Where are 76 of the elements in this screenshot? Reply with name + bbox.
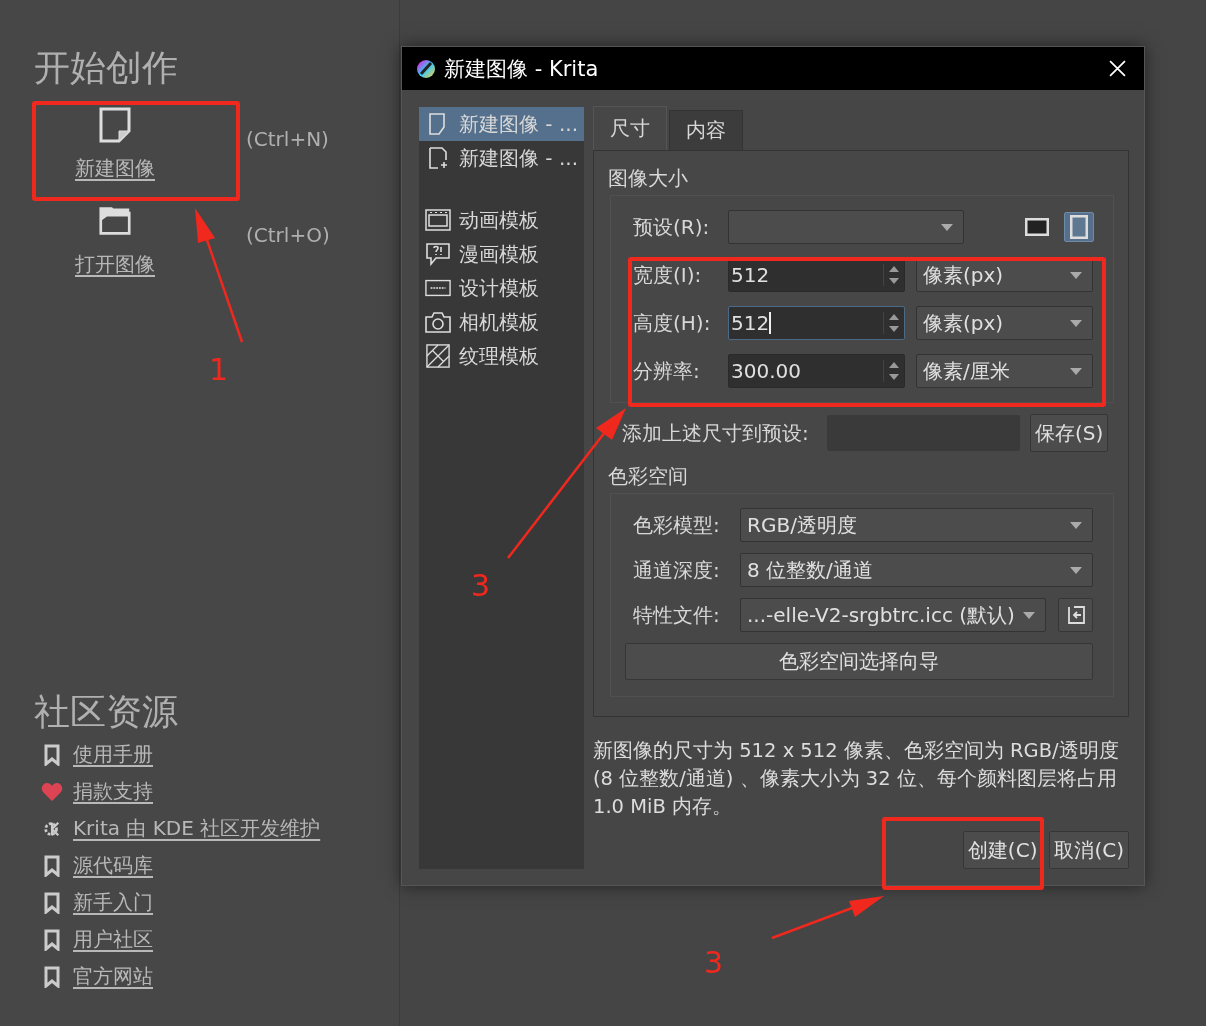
field-label: 色彩模型: xyxy=(633,511,721,539)
caret-icon xyxy=(1070,566,1082,574)
wizard-button[interactable]: 色彩空间选择向导 xyxy=(625,643,1093,680)
caret-icon xyxy=(1070,271,1082,279)
step-number: 3 xyxy=(704,945,724,981)
resource-link[interactable]: 使用手册 xyxy=(73,741,153,768)
profile-dropdown[interactable]: ...-elle-V2-srgbtrc.icc (默认) xyxy=(740,598,1046,632)
camera-icon xyxy=(425,310,451,334)
step-number: 3 xyxy=(471,568,491,604)
resource-link[interactable]: 新手入门 xyxy=(73,889,153,916)
portrait-button[interactable] xyxy=(1064,212,1094,242)
create-button[interactable]: 创建(C) xyxy=(962,831,1043,869)
resource-link[interactable]: 捐款支持 xyxy=(73,778,153,805)
caret-icon xyxy=(1023,611,1035,619)
caret-icon xyxy=(1070,521,1082,529)
caret-icon xyxy=(1070,319,1082,327)
template-item[interactable]: 设计模板 xyxy=(419,271,584,305)
section-title: 社区资源 xyxy=(34,690,179,734)
field-label: 预设(R): xyxy=(633,213,711,241)
window-title: 新建图像 - Krita xyxy=(444,55,600,83)
bookmark-icon xyxy=(43,965,61,988)
caret-icon xyxy=(1070,367,1082,375)
page-icon xyxy=(99,106,131,143)
template-item[interactable]: 相机模板 xyxy=(419,305,584,339)
film-frame-icon xyxy=(425,208,451,232)
template-item[interactable]: 漫画模板 xyxy=(419,237,584,271)
unit-dropdown[interactable]: 像素(px) xyxy=(916,306,1093,340)
bookmark-icon xyxy=(43,743,61,766)
unit-dropdown[interactable]: 像素/厘米 xyxy=(916,354,1093,388)
resource-link[interactable]: Krita 由 KDE 社区开发维护 xyxy=(73,815,321,842)
group-heading: 色彩空间 xyxy=(608,463,689,490)
section-title: 开始创作 xyxy=(34,46,179,90)
group-heading: 图像大小 xyxy=(608,165,689,192)
field-label: 特性文件: xyxy=(633,601,721,629)
open-image-link[interactable]: 打开图像 xyxy=(34,202,196,278)
shortcut-text: (Ctrl+O) xyxy=(246,223,330,247)
tab[interactable]: 尺寸 xyxy=(593,106,667,150)
spin-arrows-icon xyxy=(883,360,900,382)
dropdown[interactable]: 8 位整数/通道 xyxy=(740,553,1093,587)
dropdown[interactable]: RGB/透明度 xyxy=(740,508,1093,542)
spin-arrows-icon xyxy=(883,264,900,286)
new-image-link[interactable]: 新建图像 xyxy=(34,106,196,182)
resource-link[interactable]: 用户社区 xyxy=(73,926,153,953)
template-item[interactable]: 动画模板 xyxy=(419,203,584,237)
shortcut-text: (Ctrl+N) xyxy=(246,127,329,151)
spin-arrows-icon xyxy=(883,312,900,334)
app-logo-icon xyxy=(416,58,436,79)
field-label: 分辨率: xyxy=(633,357,701,385)
template-item[interactable]: 纹理模板 xyxy=(419,339,584,373)
step-number: 1 xyxy=(209,352,229,388)
save-button[interactable]: 保存(S) xyxy=(1030,414,1109,452)
bookmark-icon xyxy=(43,891,61,914)
template-item[interactable]: 新建图像 - ... xyxy=(419,107,584,141)
bookmark-icon xyxy=(43,854,61,877)
texture-grid-icon xyxy=(425,344,451,368)
resource-link[interactable]: 源代码库 xyxy=(73,852,153,879)
tab[interactable]: 内容 xyxy=(669,110,743,150)
number-field[interactable]: 512 xyxy=(728,306,905,340)
summary-text: 新图像的尺寸为 512 x 512 像素、色彩空间为 RGB/透明度 (8 位整数/通道) 、像素大小为 32 位、每个颜料图层将占用 1.0 MiB 内存。 xyxy=(593,738,1120,820)
field-label: 通道深度: xyxy=(633,556,721,584)
close-icon xyxy=(1109,60,1126,77)
resource-link[interactable]: 官方网站 xyxy=(73,963,153,990)
landscape-icon xyxy=(1025,218,1049,236)
cancel-button[interactable]: 取消(C) xyxy=(1049,831,1129,869)
bookmark-icon xyxy=(43,928,61,951)
template-item[interactable]: 新建图像 - ... xyxy=(419,141,584,175)
caret-icon xyxy=(941,223,953,231)
field-label: 添加上述尺寸到预设: xyxy=(621,419,810,447)
import-button[interactable] xyxy=(1058,598,1093,632)
import-icon xyxy=(1065,605,1086,625)
field-label: 宽度(I): xyxy=(633,261,703,289)
portrait-icon xyxy=(1070,215,1088,239)
heart-icon xyxy=(41,781,63,802)
speech-bubble-icon xyxy=(425,242,451,266)
field-label: 高度(H): xyxy=(633,309,712,337)
number-field[interactable]: 300.00 xyxy=(728,354,905,388)
